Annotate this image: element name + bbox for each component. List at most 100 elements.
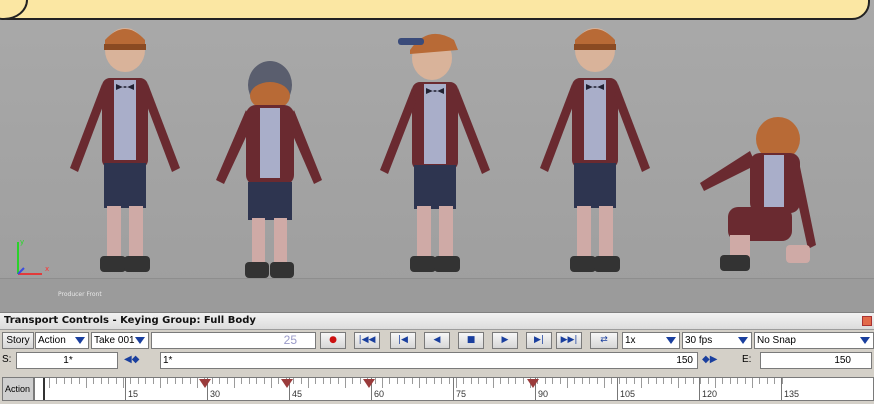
stop-icon: ■ <box>466 335 476 345</box>
ruler-tick <box>130 378 132 384</box>
goto-end-icon: ▶▶| <box>560 335 578 345</box>
ruler-tick <box>382 378 383 388</box>
ruler-tick <box>759 378 761 384</box>
ruler-tick <box>108 378 110 384</box>
ruler-major-tick <box>617 378 618 400</box>
ruler-tick <box>315 378 317 384</box>
ruler-tick <box>441 378 443 384</box>
set-end-icon[interactable]: ◆▶ <box>702 352 736 369</box>
ruler-tick <box>670 378 672 384</box>
ruler-tick <box>707 378 709 384</box>
ruler-tick <box>145 378 147 384</box>
ruler-tick <box>552 378 554 384</box>
ruler-tick <box>685 378 687 384</box>
ruler-tick <box>174 378 176 384</box>
panel-title: Transport Controls - Keying Group: Full … <box>0 313 874 330</box>
ruler-label: 60 <box>374 389 385 399</box>
ruler-major-tick <box>781 378 782 400</box>
ruler-tick <box>404 378 406 384</box>
keyframe-marker[interactable] <box>363 379 375 388</box>
ruler-tick <box>300 378 302 384</box>
end-frame-field[interactable]: 150 <box>760 352 872 369</box>
snap-dropdown[interactable]: No Snap <box>754 332 874 349</box>
ruler-tick <box>234 378 235 388</box>
frame-counter-display[interactable]: 25 <box>151 332 316 349</box>
ruler-tick <box>611 378 613 384</box>
playhead[interactable] <box>43 378 45 400</box>
next-key-button[interactable]: ▶| <box>526 332 552 349</box>
ruler-tick <box>337 378 339 384</box>
keyframe-marker[interactable] <box>281 379 293 388</box>
ruler-tick <box>167 378 169 384</box>
story-mode-button[interactable]: Story <box>2 332 34 349</box>
step-back-button[interactable]: ◀ <box>424 332 450 349</box>
ruler-tick <box>663 378 665 384</box>
slider-end-value: 150 <box>676 355 693 366</box>
ruler-tick <box>359 378 361 384</box>
chevron-down-icon <box>75 337 85 344</box>
keyframe-marker[interactable] <box>527 379 539 388</box>
transport-row-1: Story Action Take 001 25 ● |◀◀ |◀ ◀ ■ ▶ … <box>0 330 874 350</box>
next-key-icon: ▶| <box>534 335 544 345</box>
ruler-tick <box>715 378 716 388</box>
loop-toggle-button[interactable]: ⇄ <box>590 332 618 349</box>
ruler-tick <box>618 378 620 384</box>
ruler-tick <box>589 378 591 384</box>
set-start-icon[interactable]: ◀◆ <box>124 352 158 369</box>
take-value: Take 001 <box>94 335 135 346</box>
ruler-tick <box>419 378 420 388</box>
ruler-tick <box>100 378 102 384</box>
ruler-tick <box>544 378 546 384</box>
ruler-tick <box>56 378 58 384</box>
prev-key-icon: |◀ <box>398 335 408 345</box>
axis-x-label: x <box>45 265 49 273</box>
ruler-tick <box>345 378 346 388</box>
callout-banner <box>0 0 870 20</box>
close-icon[interactable] <box>862 316 872 326</box>
ruler-tick <box>197 378 198 388</box>
action-mode-value: Action <box>38 335 66 346</box>
ruler-tick <box>330 378 332 384</box>
character-pose-4[interactable] <box>530 18 660 283</box>
snap-value: No Snap <box>757 335 796 346</box>
ruler-tick <box>774 378 776 384</box>
time-slider[interactable]: 1* 150 <box>160 352 698 369</box>
character-pose-5-crouch[interactable] <box>690 105 840 285</box>
speed-dropdown[interactable]: 1x <box>622 332 680 349</box>
character-pose-1[interactable] <box>60 18 190 283</box>
play-button[interactable]: ▶ <box>492 332 518 349</box>
keyframe-marker[interactable] <box>199 379 211 388</box>
ruler-label: 75 <box>456 389 467 399</box>
frame-counter-value: 25 <box>283 333 297 347</box>
ruler-tick <box>456 378 457 388</box>
timeline-ruler[interactable]: 15 30 45 60 75 90 105 120 135 <box>34 377 874 401</box>
prev-key-button[interactable]: |◀ <box>390 332 416 349</box>
goto-end-button[interactable]: ▶▶| <box>556 332 582 349</box>
goto-start-button[interactable]: |◀◀ <box>354 332 380 349</box>
ruler-tick <box>152 378 154 384</box>
app-window: x y Producer Front Transport Controls - … <box>0 0 874 404</box>
ruler-label: 105 <box>620 389 636 399</box>
character-pose-3[interactable] <box>370 20 500 282</box>
take-dropdown[interactable]: Take 001 <box>91 332 149 349</box>
ruler-tick <box>581 378 583 384</box>
action-mode-dropdown[interactable]: Action <box>35 332 89 349</box>
record-button[interactable]: ● <box>320 332 346 349</box>
ruler-tick <box>411 378 413 384</box>
ruler-tick <box>123 378 124 388</box>
character-pose-2[interactable] <box>210 50 330 285</box>
panel-title-text: Transport Controls - Keying Group: Full … <box>4 315 256 326</box>
ruler-tick <box>256 378 258 384</box>
ruler-major-tick <box>453 378 454 400</box>
stop-button[interactable]: ■ <box>458 332 484 349</box>
ruler-tick <box>729 378 731 384</box>
ruler-label: 90 <box>538 389 549 399</box>
ruler-tick <box>574 378 576 384</box>
3d-viewport[interactable]: x y Producer Front <box>0 0 874 312</box>
fps-dropdown[interactable]: 30 fps <box>682 332 752 349</box>
ruler-tick <box>470 378 472 384</box>
ruler-label: 15 <box>128 389 139 399</box>
ruler-tick <box>271 378 272 388</box>
start-frame-field[interactable]: 1* <box>16 352 118 369</box>
ruler-tick <box>241 378 243 384</box>
